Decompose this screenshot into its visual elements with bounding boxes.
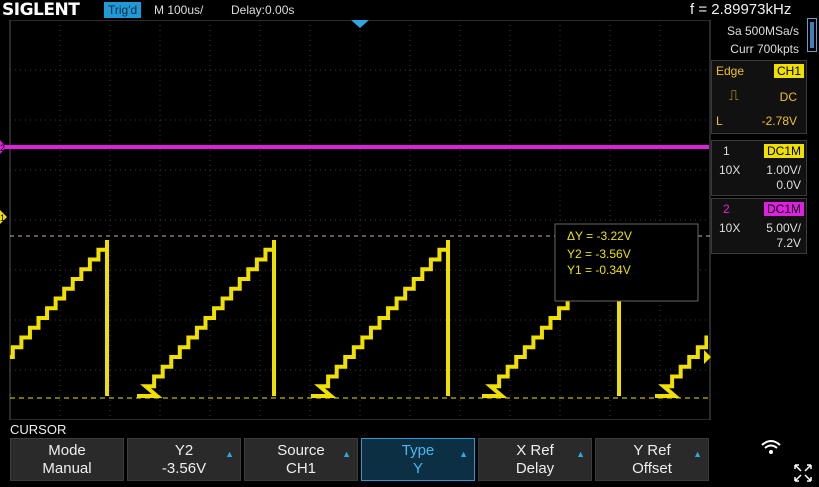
trigger-source-badge: CH1 [773,64,804,78]
menu-button-label: Source [277,442,325,459]
y1-readout: Y1 = -0.34V [567,263,631,277]
menu-button-value: -3.56V [161,460,207,477]
up-arrow-icon: ▲ [342,449,351,459]
info-panel: Sa 500MSa/s Curr 700kpts Edge CH1 ⎍ DC L… [711,20,807,254]
y2-readout: Y2 = -3.56V [567,247,631,261]
trigger-level: -2.78V [761,114,797,128]
menu-button-value: Delay [515,460,555,477]
menu-button-y2[interactable]: Y2 -3.56V ▲ [127,438,241,481]
timebase-readout[interactable]: M 100us/ [154,2,203,18]
trigger-type: Edge [716,64,745,78]
channel-2-scale: 5.00V/ [766,221,801,235]
waveform-display[interactable]: 2 1 ΔY = -3.22V Y2 = -3.56V Y1 = -0.34V [0,20,711,420]
menu-button-x-ref[interactable]: X Ref Delay ▲ [478,438,592,481]
menu-button-label: Mode [48,442,86,459]
memory-depth: Curr 700kpts [730,42,799,56]
menu-button-label: Y2 [174,442,194,459]
menu-button-value: Offset [632,460,672,477]
channel-1-coupling: DC1M [763,144,804,158]
menu-button-y-ref[interactable]: Y Ref Offset ▲ [595,438,709,481]
rising-edge-icon: ⎍ [729,87,739,103]
menu-button-label: Y Ref [633,442,671,459]
up-arrow-icon: ▲ [576,449,585,459]
channel-2-coupling: DC1M [763,202,804,216]
menu-button-label: Type [401,442,435,459]
channel-1-scale: 1.00V/ [766,163,801,177]
menu-title: CURSOR [10,422,67,437]
svg-text:2: 2 [0,143,5,153]
delay-readout[interactable]: Delay:0.00s [231,2,294,18]
menu-button-value: Manual [42,460,92,477]
up-arrow-icon: ▲ [459,449,468,459]
panel-scrollbar[interactable] [807,18,817,52]
menu-button-type[interactable]: Type Y ▲ [361,438,475,481]
channel-2-offset: 7.2V [776,236,801,250]
scrollbar-thumb[interactable] [810,22,814,48]
menu-button-mode[interactable]: Mode Manual [10,438,124,481]
channel-1-number: 1 [723,144,730,158]
fullscreen-icon[interactable] [794,464,812,485]
up-arrow-icon: ▲ [693,449,702,459]
brand-logo: SIGLENT [2,0,80,20]
trigger-coupling: DC [779,90,797,104]
frequency-readout: f = 2.89973kHz [690,1,792,18]
channel-2-probe: 10X [719,221,741,235]
channel-1-marker[interactable]: 1 [0,210,7,224]
channel-1-probe: 10X [719,163,741,177]
svg-text:1: 1 [0,213,5,223]
channel-1-offset: 0.0V [776,178,801,192]
channel-2-number: 2 [723,202,730,216]
channel-2-box[interactable]: 2 DC1M 10X 5.00V/ 7.2V [711,198,807,254]
up-arrow-icon: ▲ [225,449,234,459]
top-status-bar: SIGLENT Trig'd M 100us/ Delay:0.00s f = … [0,0,819,20]
wifi-icon[interactable] [760,438,782,461]
menu-button-value: Y [412,460,423,477]
menu-button-value: CH1 [285,460,316,477]
sample-rate: Sa 500MSa/s [726,24,799,38]
trigger-level-label: L [716,114,723,128]
graticule-grid [9,20,711,420]
cursor-readout-box: ΔY = -3.22V Y2 = -3.56V Y1 = -0.34V [554,223,699,302]
menu-button-source[interactable]: Source CH1 ▲ [244,438,358,481]
menu-button-label: X Ref [516,442,554,459]
channel-1-box[interactable]: 1 DC1M 10X 1.00V/ 0.0V [711,140,807,196]
trigger-status-badge: Trig'd [104,2,142,18]
trigger-box[interactable]: Edge CH1 ⎍ DC L -2.78V [711,60,807,134]
channel-2-marker[interactable]: 2 [0,140,6,154]
delta-y-readout: ΔY = -3.22V [567,229,632,243]
trigger-position-marker[interactable] [351,20,369,28]
